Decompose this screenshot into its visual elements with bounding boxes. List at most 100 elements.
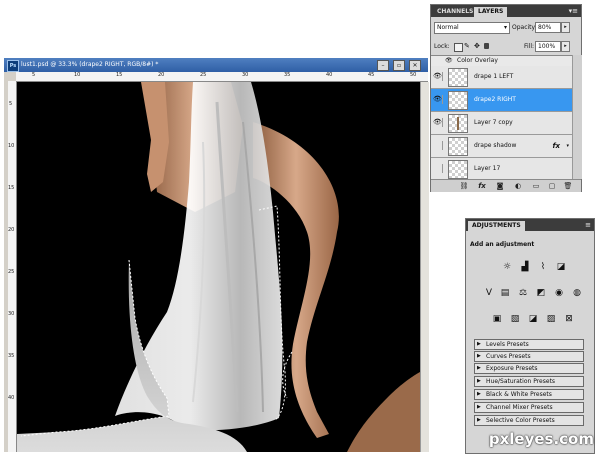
selective-color-icon[interactable]: ⊠ — [562, 313, 576, 325]
layers-panel[interactable]: CHANNELS LAYERS ▾≡ Normal ▾ Opacity: 80%… — [430, 4, 582, 192]
ruler-tick: 5 — [32, 72, 36, 78]
adjustment-icon[interactable]: ◐ — [513, 181, 523, 191]
fill-slider-arrow[interactable]: ▸ — [561, 41, 570, 52]
document-window[interactable]: Ps lust1.psd @ 33.3% (drape2 RIGHT, RGB/… — [4, 58, 429, 452]
chevron-down-icon: ▾ — [503, 24, 507, 31]
image-canvas[interactable] — [17, 82, 420, 452]
exposure-icon[interactable]: ◪ — [554, 261, 568, 273]
folder-icon[interactable]: ▭ — [531, 181, 541, 191]
preset-levels[interactable]: ▶ Levels Presets — [474, 339, 584, 350]
hue-saturation-icon[interactable]: ▤ — [498, 287, 512, 299]
panel-menu-icon[interactable]: ▾≡ — [569, 6, 578, 16]
layer-thumbnail — [448, 91, 468, 110]
ruler-tick: 10 — [74, 72, 81, 78]
photoshop-icon: Ps — [7, 60, 19, 72]
layer-list[interactable]: 👁 Color Overlay 👁 drape 1 LEFT 👁 drape2 … — [431, 55, 572, 180]
expand-triangle-icon: ▶ — [477, 353, 481, 359]
layer-name: drape 1 LEFT — [474, 73, 514, 80]
eye-icon[interactable]: 👁 — [433, 72, 443, 81]
vertical-ruler[interactable]: 5 10 15 20 25 30 35 40 — [8, 81, 17, 452]
effect-name: Color Overlay — [457, 57, 498, 64]
adjustments-panel[interactable]: ADJUSTMENTS ≡ Add an adjustment ☼ ▟ ⌇ ◪ … — [465, 218, 595, 454]
ruler-tick: 30 — [242, 72, 249, 78]
tab-adjustments[interactable]: ADJUSTMENTS — [468, 221, 525, 231]
opacity-slider-arrow[interactable]: ▸ — [561, 22, 570, 33]
layer-row[interactable]: 👁 Layer 17 — [431, 158, 572, 180]
minimize-button[interactable]: – — [377, 60, 389, 71]
blend-mode-select[interactable]: Normal ▾ — [434, 22, 510, 34]
eye-icon-hidden[interactable]: 👁 — [433, 141, 443, 150]
curves-icon[interactable]: ⌇ — [536, 261, 550, 273]
trash-icon[interactable]: 🗑 — [563, 181, 573, 191]
invert-icon[interactable]: ▣ — [490, 313, 504, 325]
close-button[interactable]: ✕ — [409, 60, 421, 71]
tab-channels[interactable]: CHANNELS — [433, 7, 477, 17]
layer-row[interactable]: 👁 drape shadow fx ▾ — [431, 135, 572, 158]
tab-layers[interactable]: LAYERS — [474, 7, 508, 17]
document-title-bar[interactable]: Ps lust1.psd @ 33.3% (drape2 RIGHT, RGB/… — [4, 58, 428, 72]
horizontal-ruler[interactable]: 5 10 15 20 25 30 35 40 45 50 — [16, 72, 428, 82]
black-white-icon[interactable]: ◩ — [534, 287, 548, 299]
lock-position-icon[interactable]: ✥ — [474, 43, 481, 50]
ruler-tick: 50 — [410, 72, 417, 78]
preset-selective-color[interactable]: ▶ Selective Color Presets — [474, 415, 584, 426]
ruler-tick: 40 — [326, 72, 333, 78]
ruler-tick: 45 — [368, 72, 375, 78]
brightness-contrast-icon[interactable]: ☼ — [500, 261, 514, 273]
gradient-map-icon[interactable]: ▨ — [544, 313, 558, 325]
vibrance-icon[interactable]: V — [482, 287, 496, 299]
layer-row[interactable]: 👁 Layer 7 copy — [431, 112, 572, 135]
layers-scrollbar[interactable] — [572, 55, 582, 179]
levels-icon[interactable]: ▟ — [518, 261, 532, 273]
vertical-scrollbar[interactable] — [420, 82, 429, 452]
expand-triangle-icon: ▶ — [477, 391, 481, 397]
ruler-tick: 30 — [8, 311, 15, 317]
eye-icon[interactable]: 👁 — [445, 56, 453, 65]
lock-all-icon[interactable] — [484, 43, 489, 49]
link-icon[interactable]: ⛓ — [459, 181, 469, 191]
layer-name: Layer 7 copy — [474, 119, 513, 126]
lock-transparency-icon[interactable] — [454, 43, 463, 52]
eye-icon[interactable]: 👁 — [433, 95, 443, 104]
opacity-input[interactable]: 80% — [535, 22, 561, 33]
mask-icon[interactable]: ◙ — [495, 181, 505, 191]
ruler-tick: 35 — [8, 353, 15, 359]
layer-thumbnail — [448, 137, 468, 156]
color-balance-icon[interactable]: ⚖ — [516, 287, 530, 299]
layer-effect-row[interactable]: 👁 Color Overlay — [431, 56, 572, 65]
preset-hue-saturation[interactable]: ▶ Hue/Saturation Presets — [474, 376, 584, 387]
eye-icon-hidden[interactable]: 👁 — [433, 164, 443, 173]
layer-row-selected[interactable]: 👁 drape2 RIGHT — [431, 89, 572, 112]
new-layer-icon[interactable]: ▢ — [547, 181, 557, 191]
ruler-tick: 10 — [8, 143, 15, 149]
expand-triangle-icon: ▶ — [477, 417, 481, 423]
fill-label: Fill: — [524, 43, 535, 50]
ruler-tick: 35 — [284, 72, 291, 78]
fx-icon[interactable]: fx — [477, 181, 487, 191]
expand-effects-icon[interactable]: ▾ — [566, 135, 569, 157]
lock-pixels-icon[interactable]: ✎ — [464, 43, 471, 50]
layers-footer-toolbar: ⛓ fx ◙ ◐ ▭ ▢ 🗑 — [431, 179, 581, 192]
panel-menu-icon[interactable]: ≡ — [585, 220, 591, 230]
preset-curves[interactable]: ▶ Curves Presets — [474, 351, 584, 362]
eye-icon[interactable]: 👁 — [433, 118, 443, 127]
preset-black-white[interactable]: ▶ Black & White Presets — [474, 389, 584, 400]
fill-input[interactable]: 100% — [535, 41, 561, 52]
expand-triangle-icon: ▶ — [477, 404, 481, 410]
threshold-icon[interactable]: ◪ — [526, 313, 540, 325]
channel-mixer-icon[interactable]: ◍ — [570, 287, 584, 299]
layer-row[interactable]: 👁 drape 1 LEFT — [431, 66, 572, 89]
layer-name: drape shadow — [474, 142, 517, 149]
photo-filter-icon[interactable]: ◉ — [552, 287, 566, 299]
fx-icon[interactable]: fx — [552, 135, 560, 157]
ruler-tick: 15 — [8, 185, 15, 191]
blend-mode-value: Normal — [437, 24, 459, 31]
ruler-tick: 25 — [8, 269, 15, 275]
ruler-tick: 5 — [9, 101, 13, 107]
preset-exposure[interactable]: ▶ Exposure Presets — [474, 363, 584, 374]
posterize-icon[interactable]: ▧ — [508, 313, 522, 325]
watermark: pxleyes.com — [488, 430, 594, 448]
opacity-label: Opacity: — [512, 24, 537, 31]
maximize-button[interactable]: ▫ — [393, 60, 405, 71]
preset-channel-mixer[interactable]: ▶ Channel Mixer Presets — [474, 402, 584, 413]
